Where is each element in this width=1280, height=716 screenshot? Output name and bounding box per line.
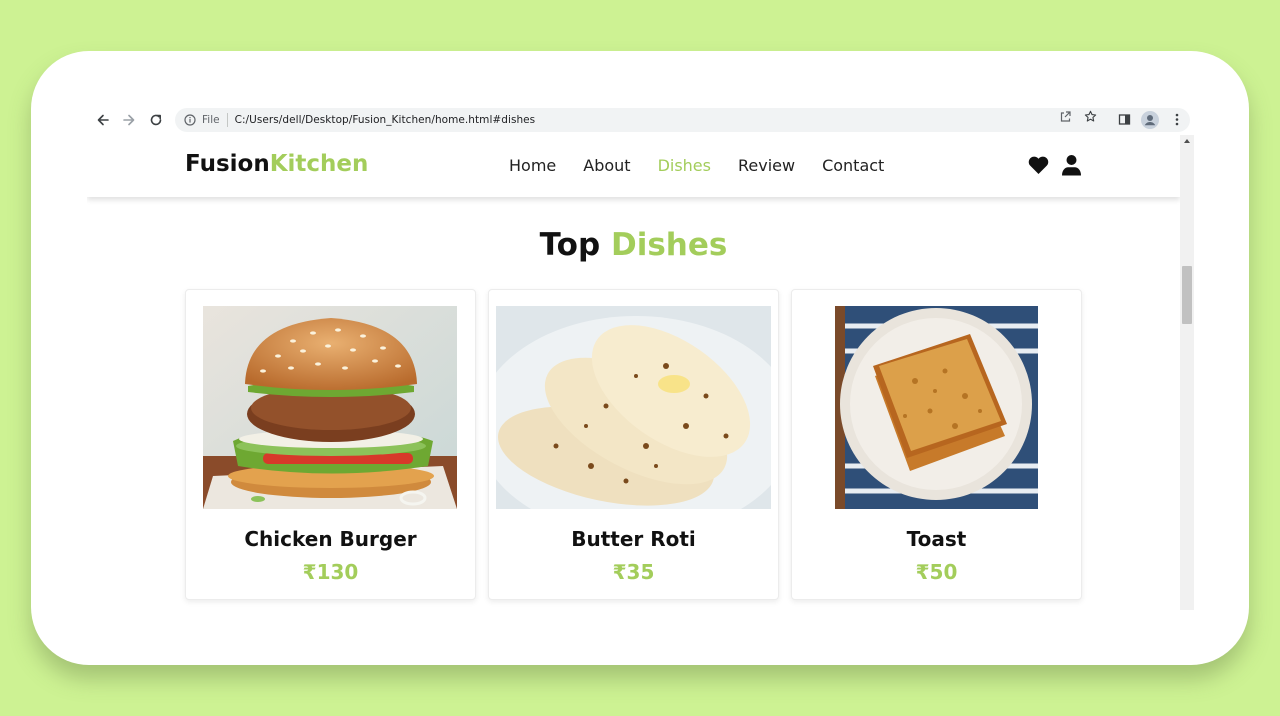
avatar [1141,110,1159,129]
section-title-part2: Dishes [610,227,728,263]
address-bar[interactable]: File C:/Users/dell/Desktop/Fusion_Kitche… [175,108,1190,132]
back-button[interactable] [92,104,114,135]
arrow-left-icon [97,114,109,125]
address-actions [1059,108,1097,127]
dish-name: Butter Roti [571,527,696,551]
logo-text-part2: Kitchen [269,151,369,177]
menu-button[interactable] [1166,104,1188,135]
forward-button[interactable] [118,104,140,135]
header-icons [1028,155,1081,180]
page-scrollbar[interactable] [1180,135,1194,610]
dish-price: ₹130 [302,560,359,584]
page-viewport: FusionKitchen Home About Dishes Review C… [87,135,1180,610]
reload-icon [150,114,162,125]
dish-card-chicken-burger[interactable]: Chicken Burger ₹130 [185,289,476,600]
side-panel-icon [1118,114,1130,125]
user-icon[interactable] [1062,155,1081,180]
butter-roti-image [496,306,771,509]
scroll-up-arrow[interactable] [1184,139,1190,143]
dish-price: ₹50 [915,560,958,584]
section-title-part1: Top [539,227,601,263]
toast-image [835,306,1038,509]
dish-card-butter-roti[interactable]: Butter Roti ₹35 [488,289,779,600]
nav-review[interactable]: Review [738,156,795,175]
dish-name: Chicken Burger [244,527,417,551]
nav-contact[interactable]: Contact [822,156,884,175]
nav-dishes[interactable]: Dishes [658,156,711,175]
reload-button[interactable] [145,104,167,135]
share-icon[interactable] [1059,108,1072,127]
url-text[interactable]: C:/Users/dell/Desktop/Fusion_Kitchen/hom… [235,114,536,126]
arrow-right-icon [123,114,135,125]
file-label: File [202,114,220,126]
section-title: Top Dishes [87,227,1180,263]
heart-icon[interactable] [1028,155,1049,180]
profile-button[interactable] [1139,104,1161,135]
nav-home[interactable]: Home [509,156,556,175]
nav-about[interactable]: About [583,156,630,175]
site-header: FusionKitchen Home About Dishes Review C… [87,135,1180,197]
dish-price: ₹35 [612,560,655,584]
site-logo[interactable]: FusionKitchen [185,151,368,177]
more-vert-icon [1175,113,1179,126]
star-icon[interactable] [1084,108,1097,127]
chicken-burger-image [203,306,457,509]
main-nav: Home About Dishes Review Contact [509,156,911,175]
info-icon[interactable] [183,113,197,127]
browser-toolbar: File C:/Users/dell/Desktop/Fusion_Kitche… [87,104,1194,135]
side-panel-button[interactable] [1113,104,1135,135]
logo-text-part1: Fusion [185,151,270,177]
dish-name: Toast [906,527,967,551]
address-divider [226,113,228,127]
dish-card-toast[interactable]: Toast ₹50 [791,289,1082,600]
scrollbar-thumb[interactable] [1182,266,1192,324]
